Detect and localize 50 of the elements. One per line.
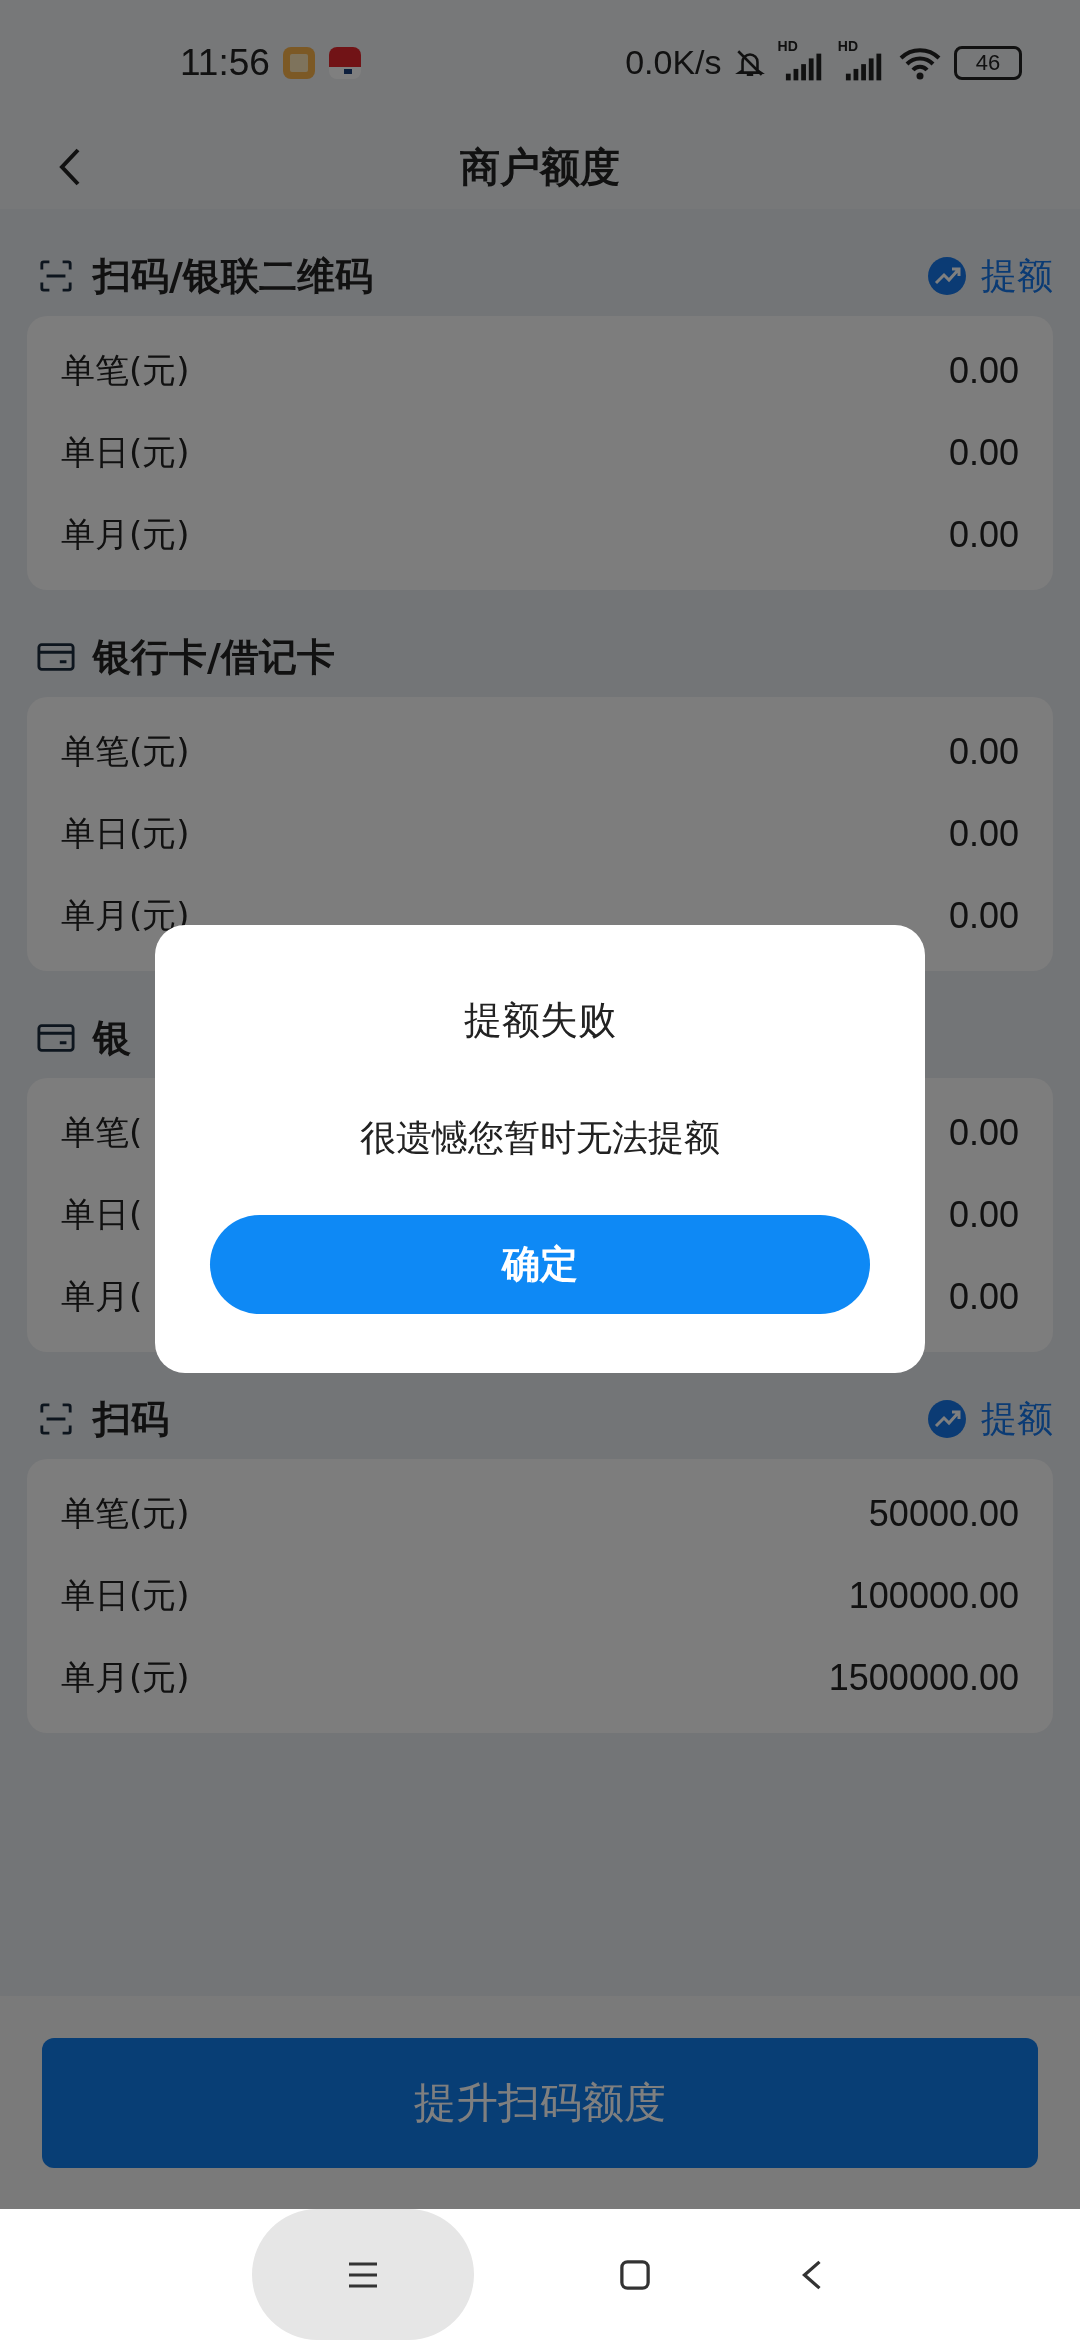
raise-scan-limit-button[interactable]: 提升扫码额度 [42,2037,1038,2168]
limit-label: 单日(元) [61,431,190,474]
limit-value: 0.00 [948,432,1019,474]
limit-label: 单日(元) [61,1574,190,1617]
limit-label: 单笔(元) [61,730,190,773]
limit-value: 0.00 [948,731,1019,773]
section-title: 银 [93,1014,131,1062]
network-speed: 0.0K/s [625,43,722,82]
home-button-icon[interactable] [619,2259,651,2290]
wifi-icon [898,45,942,80]
scan-icon [37,1402,75,1436]
limit-value: 0.00 [948,895,1019,937]
limit-value: 0.00 [948,1194,1019,1236]
battery-icon: 46 [954,45,1022,80]
limit-value: 0.00 [948,514,1019,556]
raise-limit-link[interactable]: 提额 [927,251,1053,301]
limit-label: 单月(元) [61,1656,190,1699]
section-title: 扫码 [93,1395,169,1443]
limit-value: 0.00 [948,1112,1019,1154]
dialog-title: 提额失败 [464,997,616,1044]
dialog-message: 很遗憾您暂时无法提额 [360,1116,720,1160]
hd-label: HD [837,37,858,54]
limit-label: 单日( [61,1193,143,1236]
scan-icon [37,259,75,293]
limit-value: 100000.00 [848,1575,1019,1617]
trend-icon [927,256,967,296]
limit-value: 0.00 [948,813,1019,855]
limit-label: 单笔(元) [61,1492,190,1535]
limit-value: 50000.00 [868,1493,1019,1535]
limit-label: 单笔( [61,1111,143,1154]
limit-value: 0.00 [948,1276,1019,1318]
back-icon[interactable] [58,147,82,187]
limit-label: 单月( [61,1275,143,1318]
status-time: 11:56 [180,41,270,84]
section-title: 银行卡/借记卡 [93,633,335,681]
card-icon [37,1021,75,1055]
confirm-button[interactable]: 确定 [210,1215,870,1314]
notes-app-icon [281,45,316,80]
page-title: 商户额度 [460,142,620,192]
payment-app-icon [327,45,362,80]
limit-label: 单月(元) [61,513,190,556]
limit-value: 0.00 [948,350,1019,392]
limit-label: 单日(元) [61,812,190,855]
trend-icon [927,1399,967,1439]
raise-limit-link[interactable]: 提额 [927,1394,1053,1444]
hd-label: HD [777,37,798,54]
limit-label: 单笔(元) [61,349,190,392]
section-title: 扫码/银联二维码 [93,252,373,300]
card-icon [37,640,75,674]
limit-value: 1500000.00 [828,1657,1019,1699]
